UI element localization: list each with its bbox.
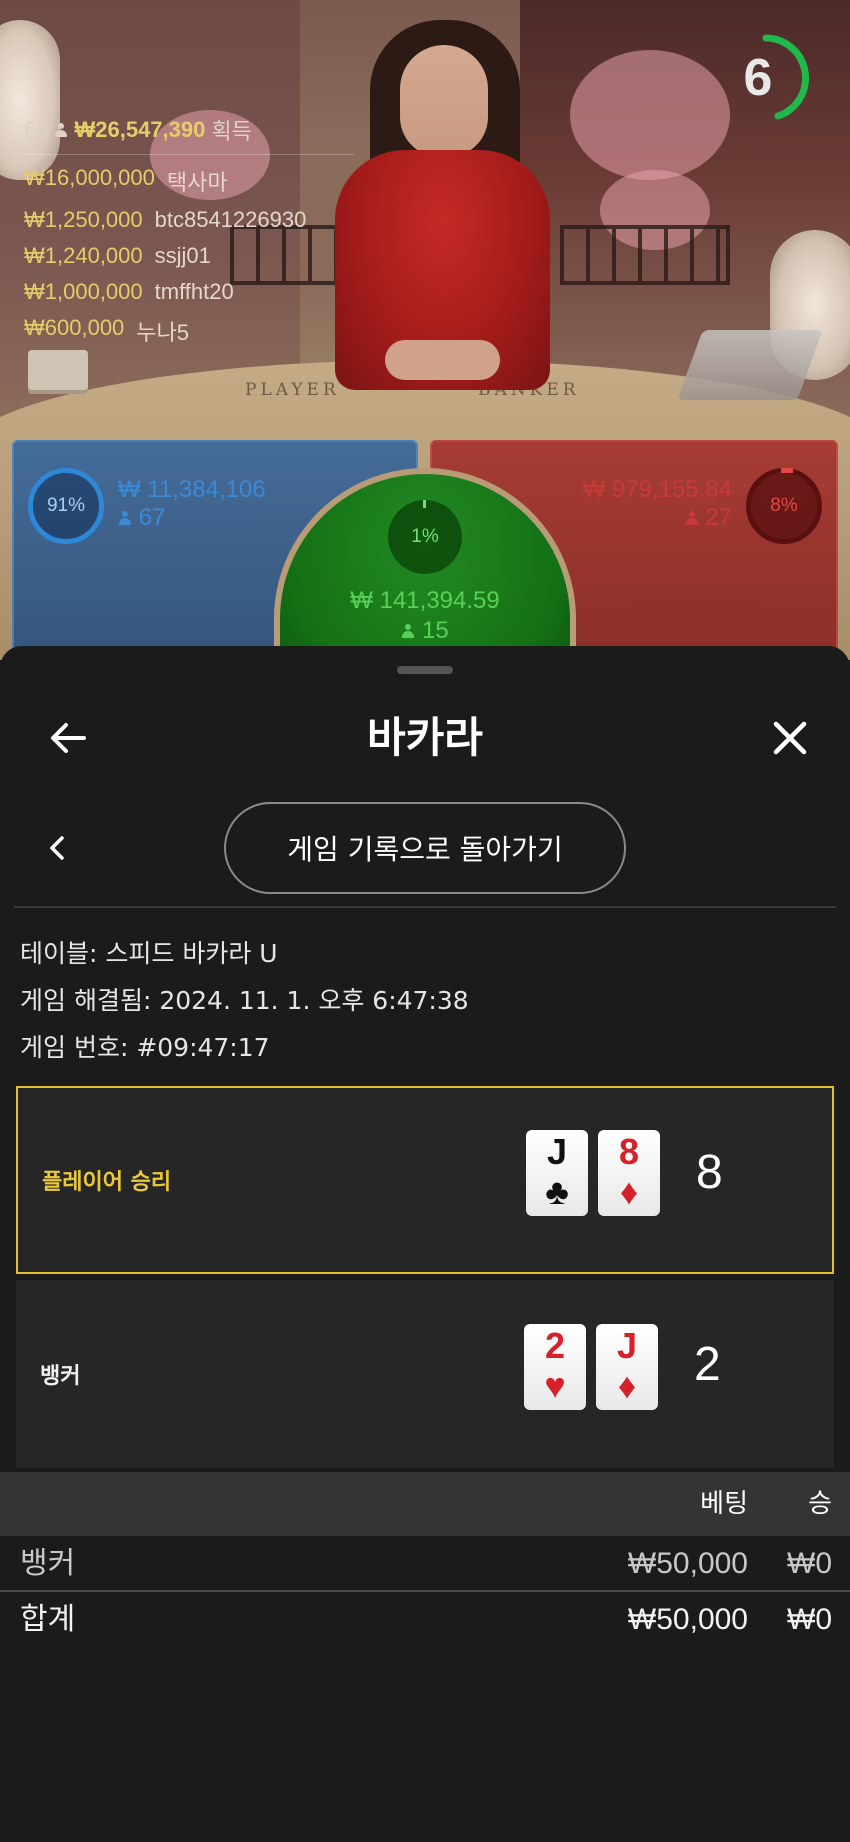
- banker-result: 뱅커 2 ♥ J ♦ 2: [16, 1280, 834, 1468]
- winner-name: 택사마: [166, 170, 228, 195]
- person-icon: [401, 624, 415, 638]
- tie-bet-info: ₩ 141,394.59 15: [280, 586, 570, 646]
- player-bet-amount: ₩ 11,384,106: [118, 476, 266, 503]
- club-icon: ♣: [545, 1171, 569, 1212]
- sheet-title: 바카라: [367, 713, 483, 762]
- card-rank: J: [546, 1131, 568, 1172]
- playing-card: J ♣: [526, 1130, 588, 1216]
- back-button[interactable]: [38, 708, 98, 768]
- table-label-player: PLAYER: [245, 380, 340, 400]
- winner-name: tmffht20: [154, 279, 234, 304]
- banker-bet-info: ₩ 979,155.84 27: [583, 476, 732, 532]
- bet-amount: ₩50,000: [627, 1547, 748, 1580]
- chevron-left-icon: [50, 836, 64, 860]
- winner-row: ₩1,000,000 tmffht20: [24, 279, 354, 305]
- total-label: 합계: [20, 1602, 76, 1637]
- close-button[interactable]: [760, 708, 820, 768]
- winner-amount: ₩600,000: [24, 315, 125, 340]
- banker-result-label: 뱅커: [40, 1364, 81, 1389]
- dealer-face: [400, 45, 488, 157]
- winner-amount: ₩1,000,000: [24, 279, 143, 304]
- bet-type: 뱅커: [20, 1546, 76, 1581]
- card-rank: 8: [618, 1131, 640, 1172]
- playing-card: J ♦: [596, 1324, 658, 1410]
- previous-button[interactable]: [28, 818, 88, 878]
- total-win-amount: ₩0: [787, 1603, 832, 1636]
- total-row: 합계 ₩50,000 ₩0: [0, 1592, 850, 1648]
- player-cards: J ♣ 8 ♦: [526, 1130, 660, 1216]
- diamond-icon: ♦: [619, 1171, 639, 1212]
- winner-row: ₩600,000 누나5: [24, 315, 354, 347]
- card-rank: 2: [544, 1325, 566, 1366]
- winner-row: ₩1,240,000 ssjj01: [24, 243, 354, 269]
- winners-panel: 66 ₩26,547,390 획득 ₩16,000,000 택사마 ₩1,250…: [24, 114, 354, 347]
- winner-row: ₩16,000,000 택사마: [24, 165, 354, 197]
- winner-amount: ₩1,240,000: [24, 243, 143, 268]
- resolved-time: 게임 해결됨: 2024. 11. 1. 오후 6:47:38: [20, 986, 469, 1015]
- winners-total: ₩26,547,390: [74, 117, 206, 142]
- player-percent-ring: 91%: [28, 468, 104, 544]
- diamond-icon: ♦: [617, 1365, 637, 1406]
- win-amount: ₩0: [787, 1547, 832, 1580]
- discard-tray: [28, 350, 88, 390]
- playing-card: 8 ♦: [598, 1130, 660, 1216]
- game-number: 게임 번호: #09:47:17: [20, 1033, 270, 1062]
- banker-percent: 8%: [770, 495, 798, 516]
- divider: [14, 906, 836, 908]
- close-icon: [773, 721, 807, 755]
- blossom-decoration: [570, 50, 730, 180]
- player-bettor-count: 67: [138, 504, 166, 531]
- drag-handle[interactable]: [397, 666, 453, 674]
- person-icon: [685, 511, 699, 525]
- tie-percent-ring: 1%: [388, 500, 462, 574]
- person-icon: [118, 511, 132, 525]
- timer-value: 6: [743, 49, 773, 107]
- player-result: 플레이어 승리 J ♣ 8 ♦ 8: [16, 1086, 834, 1274]
- tie-bet-amount: ₩ 141,394.59: [350, 587, 500, 614]
- game-history-sheet: 바카라 게임 기록으로 돌아가기 테이블: 스피드 바카라 U 게임 해결됨: …: [0, 646, 850, 1842]
- live-video-stream: PLAYER BANKER 6 66 ₩26,547,390 획득 ₩16,00…: [0, 0, 850, 660]
- total-bet-amount: ₩50,000: [627, 1603, 748, 1636]
- card-rank: J: [616, 1325, 638, 1366]
- game-meta: 테이블: 스피드 바카라 U 게임 해결됨: 2024. 11. 1. 오후 6…: [20, 930, 469, 1071]
- banker-score: 2: [694, 1338, 721, 1391]
- dealer-hands: [385, 340, 500, 380]
- winner-name: btc8541226930: [154, 207, 307, 232]
- player-score: 8: [696, 1146, 723, 1199]
- history-nav-row: 게임 기록으로 돌아가기: [0, 800, 850, 896]
- arrow-left-icon: [51, 723, 86, 753]
- playing-card: 2 ♥: [524, 1324, 586, 1410]
- winners-suffix: 획득: [211, 119, 252, 144]
- countdown-timer: 6: [720, 32, 812, 124]
- winner-name: ssjj01: [154, 243, 211, 268]
- banker-percent-ring: 8%: [746, 468, 822, 544]
- player-percent: 91%: [46, 495, 86, 516]
- back-to-history-button[interactable]: 게임 기록으로 돌아가기: [224, 802, 626, 894]
- sheet-header: 바카라: [0, 696, 850, 780]
- bets-table-header: 베팅 승: [0, 1472, 850, 1536]
- player-result-label: 플레이어 승리: [42, 1170, 172, 1195]
- banker-cards: 2 ♥ J ♦: [524, 1324, 658, 1410]
- table-row: 뱅커 ₩50,000 ₩0: [0, 1536, 850, 1592]
- tie-bettor-count: 15: [421, 617, 449, 644]
- winner-name: 누나5: [136, 320, 190, 345]
- tie-percent: 1%: [411, 526, 439, 547]
- card-shoe: [677, 330, 823, 400]
- winners-summary: 66 ₩26,547,390 획득: [24, 114, 354, 155]
- winner-amount: ₩1,250,000: [24, 207, 143, 232]
- heart-icon: ♥: [544, 1365, 566, 1406]
- lattice-screen: [560, 225, 730, 285]
- winner-amount: ₩16,000,000: [24, 165, 155, 190]
- winners-count: 66: [24, 117, 49, 142]
- banker-bet-amount: ₩ 979,155.84: [582, 476, 732, 503]
- person-icon: [54, 123, 68, 137]
- player-bet-info: ₩ 11,384,106 67: [118, 476, 266, 532]
- table-name: 테이블: 스피드 바카라 U: [20, 939, 278, 968]
- banker-bettor-count: 27: [705, 504, 732, 531]
- winner-row: ₩1,250,000 btc8541226930: [24, 207, 354, 233]
- column-header-win: 승: [808, 1489, 832, 1519]
- column-header-bet: 베팅: [700, 1489, 748, 1519]
